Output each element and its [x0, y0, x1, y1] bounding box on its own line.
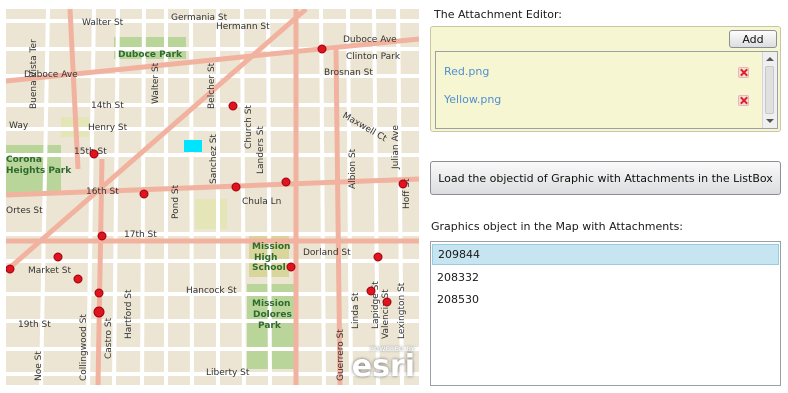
svg-text:Duboce Ave: Duboce Ave	[343, 35, 397, 45]
svg-text:Noe St: Noe St	[34, 351, 44, 381]
svg-text:Linda St: Linda St	[351, 292, 361, 329]
delete-attachment-icon[interactable]	[738, 67, 749, 78]
svg-text:Landers St: Landers St	[256, 126, 266, 174]
svg-text:Heights Park: Heights Park	[6, 166, 72, 176]
svg-text:Julian Ave: Julian Ave	[391, 125, 401, 170]
svg-text:Albion St: Albion St	[348, 148, 358, 189]
attachment-list[interactable]: Red.png Yellow.png	[435, 51, 778, 129]
svg-text:Mission: Mission	[252, 242, 290, 252]
esri-logo: POWERED BY esri	[345, 346, 415, 384]
svg-text:Henry St: Henry St	[88, 123, 128, 133]
graphics-list-item[interactable]: 209844	[432, 244, 779, 265]
svg-text:Walter St: Walter St	[82, 18, 124, 28]
svg-text:Walter St: Walter St	[151, 62, 161, 104]
svg-text:Clinton Park: Clinton Park	[346, 52, 401, 62]
svg-text:Duboce Park: Duboce Park	[118, 50, 183, 60]
svg-text:19th St: 19th St	[18, 320, 51, 330]
svg-text:Way: Way	[9, 121, 29, 131]
svg-text:14th St: 14th St	[91, 101, 124, 111]
graphics-list-item[interactable]: 208332	[432, 267, 779, 288]
map-view[interactable]: Walter St Germania St Hermann St Duboce …	[6, 9, 419, 385]
svg-text:Pond St: Pond St	[171, 184, 181, 219]
graphics-list-item[interactable]: 208530	[432, 289, 779, 310]
svg-text:Corona: Corona	[6, 155, 42, 165]
svg-text:High: High	[254, 253, 277, 263]
svg-text:Buena Vista Ter: Buena Vista Ter	[29, 39, 39, 109]
svg-text:Chula Ln: Chula Ln	[242, 197, 281, 207]
svg-text:School: School	[252, 263, 286, 273]
graphics-listbox[interactable]: 209844 208332 208530	[430, 241, 781, 386]
svg-text:Market St: Market St	[28, 266, 72, 276]
svg-text:17th St: 17th St	[124, 230, 157, 240]
load-objectid-button[interactable]: Load the objectid of Graphic with Attach…	[430, 161, 781, 195]
delete-attachment-icon[interactable]	[738, 95, 749, 106]
block-area	[195, 199, 227, 229]
attachment-editor-title: The Attachment Editor:	[434, 8, 563, 21]
svg-text:Dolores: Dolores	[253, 310, 292, 320]
attachment-link[interactable]: Red.png	[444, 64, 489, 80]
svg-text:Brosnan St: Brosnan St	[324, 68, 373, 78]
svg-text:Valencia St: Valencia St	[381, 289, 391, 339]
svg-text:Sanchez St: Sanchez St	[209, 134, 219, 184]
esri-wordmark: esri	[351, 349, 415, 384]
svg-text:Liberty St: Liberty St	[206, 368, 250, 378]
selected-graphic[interactable]	[184, 140, 202, 152]
svg-text:Dorland St: Dorland St	[303, 248, 351, 258]
attachment-list-scrollbar[interactable]	[762, 52, 777, 128]
svg-text:Hartford St: Hartford St	[124, 289, 134, 339]
svg-text:Castro St: Castro St	[104, 317, 114, 359]
svg-text:Mission: Mission	[252, 299, 290, 309]
svg-text:Belcher St: Belcher St	[207, 62, 217, 109]
svg-text:Park: Park	[258, 321, 282, 331]
add-attachment-button[interactable]: Add	[729, 30, 777, 48]
scroll-thumb[interactable]	[765, 66, 774, 114]
scroll-down-arrow-icon[interactable]	[766, 119, 774, 123]
svg-text:16th St: 16th St	[86, 187, 119, 197]
svg-text:Collingwood St: Collingwood St	[79, 314, 89, 381]
graphics-list-title: Graphics object in the Map with Attachme…	[431, 220, 684, 233]
svg-text:Lexington St: Lexington St	[397, 282, 407, 339]
map-basemap: Walter St Germania St Hermann St Duboce …	[6, 9, 419, 385]
attachment-editor: Add Red.png Yellow.png	[430, 26, 781, 132]
svg-text:Ortes St: Ortes St	[6, 206, 43, 216]
svg-text:Church St: Church St	[244, 105, 254, 149]
scroll-up-arrow-icon[interactable]	[766, 57, 774, 61]
attachment-link[interactable]: Yellow.png	[444, 92, 501, 108]
svg-text:Hancock St: Hancock St	[186, 286, 237, 296]
svg-text:Hermann St: Hermann St	[216, 22, 270, 32]
